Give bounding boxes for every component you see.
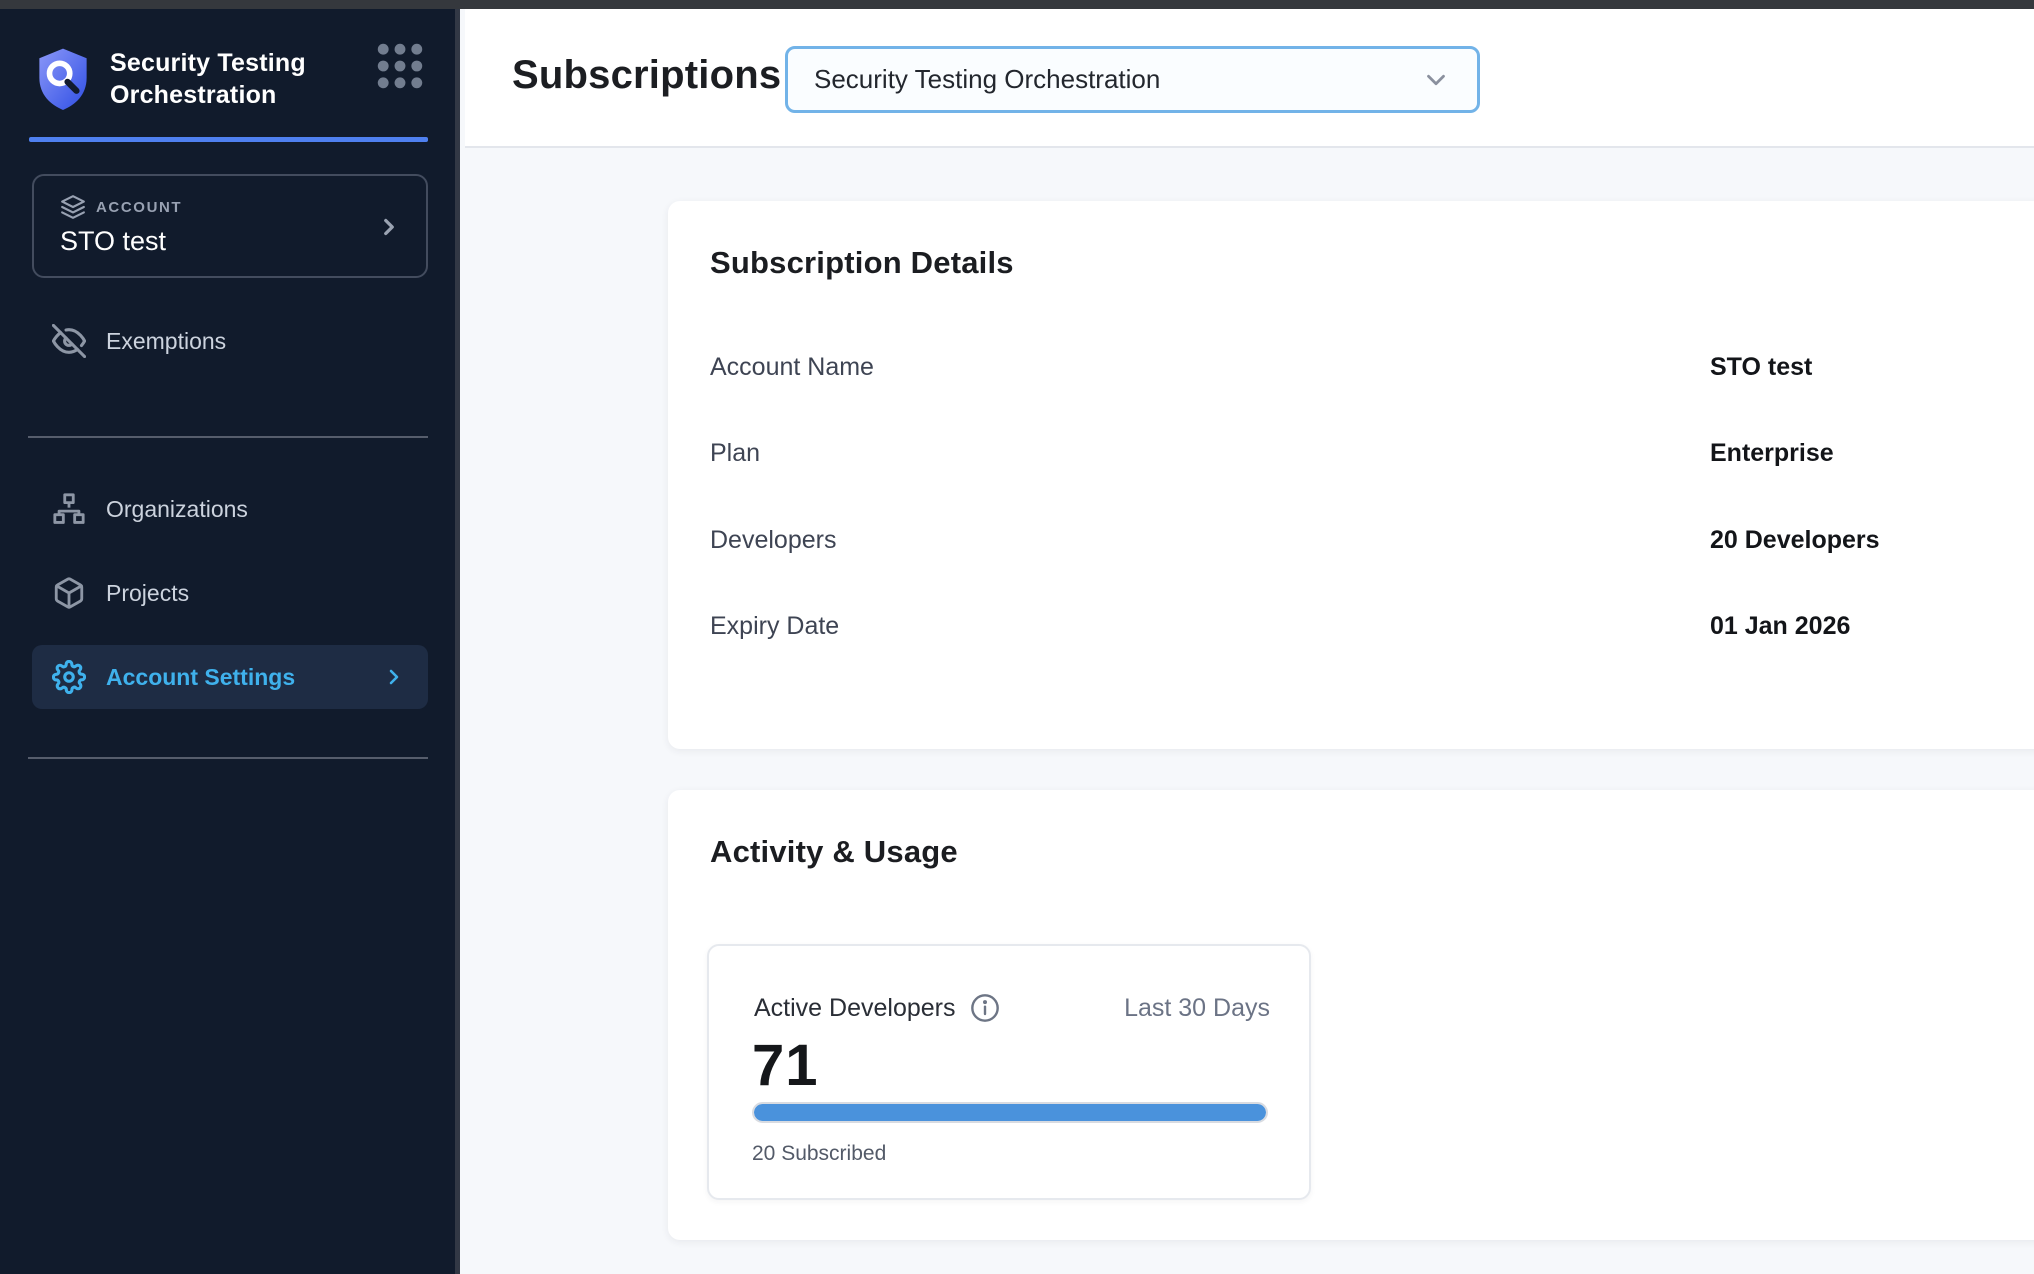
sidebar-item-projects[interactable]: Projects bbox=[32, 561, 428, 625]
layers-icon bbox=[60, 194, 86, 220]
detail-value: Enterprise bbox=[1710, 439, 1834, 468]
gear-icon bbox=[52, 660, 86, 694]
page-title: Subscriptions bbox=[512, 53, 781, 98]
sidebar-item-exemptions[interactable]: Exemptions bbox=[32, 309, 428, 373]
shield-search-icon bbox=[36, 42, 90, 116]
main-area: Subscriptions Security Testing Orchestra… bbox=[465, 9, 2034, 1274]
subscription-details-title: Subscription Details bbox=[710, 245, 1014, 281]
subscribed-count-label: 20 Subscribed bbox=[752, 1142, 886, 1166]
sidebar-item-label: Account Settings bbox=[106, 664, 295, 691]
sidebar: Security Testing Orchestration ACCOUNT S… bbox=[0, 9, 460, 1274]
logo-underline bbox=[29, 137, 428, 142]
active-developers-progress-fill bbox=[754, 1104, 1266, 1121]
chevron-right-icon bbox=[382, 665, 406, 689]
detail-label: Expiry Date bbox=[710, 612, 839, 641]
detail-row-account-name: Account Name STO test bbox=[710, 353, 1960, 385]
account-scope-label: ACCOUNT bbox=[96, 199, 182, 216]
app-title: Security Testing Orchestration bbox=[110, 47, 335, 111]
hierarchy-icon bbox=[52, 492, 86, 526]
module-selector-dropdown[interactable]: Security Testing Orchestration bbox=[785, 46, 1480, 113]
sidebar-item-label: Projects bbox=[106, 580, 189, 607]
activity-usage-title: Activity & Usage bbox=[710, 834, 958, 870]
detail-value: STO test bbox=[1710, 353, 1812, 382]
sidebar-item-organizations[interactable]: Organizations bbox=[32, 477, 428, 541]
detail-label: Plan bbox=[710, 439, 760, 468]
grid-icon[interactable] bbox=[367, 33, 433, 99]
active-developers-label: Active Developers bbox=[754, 994, 955, 1023]
sidebar-item-label: Exemptions bbox=[106, 328, 226, 355]
module-selector-value: Security Testing Orchestration bbox=[814, 64, 1421, 95]
detail-row-developers: Developers 20 Developers bbox=[710, 526, 1960, 558]
activity-usage-card: Activity & Usage Active Developers Last … bbox=[668, 790, 2034, 1240]
detail-row-expiry-date: Expiry Date 01 Jan 2026 bbox=[710, 612, 1960, 644]
info-icon[interactable] bbox=[969, 992, 1001, 1024]
sidebar-divider bbox=[28, 436, 428, 438]
detail-label: Developers bbox=[710, 526, 836, 555]
detail-value: 20 Developers bbox=[1710, 526, 1880, 555]
chevron-down-icon bbox=[1421, 65, 1451, 95]
eye-off-icon bbox=[52, 324, 86, 358]
page-header: Subscriptions Security Testing Orchestra… bbox=[465, 9, 2034, 148]
sidebar-item-label: Organizations bbox=[106, 496, 248, 523]
content-area: Subscription Details Account Name STO te… bbox=[465, 150, 2034, 1274]
sidebar-divider bbox=[28, 757, 428, 759]
metric-period-label: Last 30 Days bbox=[1124, 994, 1270, 1023]
active-developers-metric-card: Active Developers Last 30 Days 71 20 Sub… bbox=[707, 944, 1311, 1200]
detail-row-plan: Plan Enterprise bbox=[710, 439, 1960, 471]
chevron-right-icon bbox=[376, 214, 402, 240]
subscription-details-card: Subscription Details Account Name STO te… bbox=[668, 201, 2034, 749]
sidebar-item-account-settings[interactable]: Account Settings bbox=[32, 645, 428, 709]
cube-icon bbox=[52, 576, 86, 610]
account-name: STO test bbox=[60, 226, 406, 257]
account-scope-card[interactable]: ACCOUNT STO test bbox=[32, 174, 428, 278]
browser-top-strip bbox=[0, 0, 2034, 9]
detail-value: 01 Jan 2026 bbox=[1710, 612, 1850, 641]
active-developers-count: 71 bbox=[752, 1032, 819, 1099]
active-developers-progress-track bbox=[752, 1102, 1268, 1123]
detail-label: Account Name bbox=[710, 353, 874, 382]
